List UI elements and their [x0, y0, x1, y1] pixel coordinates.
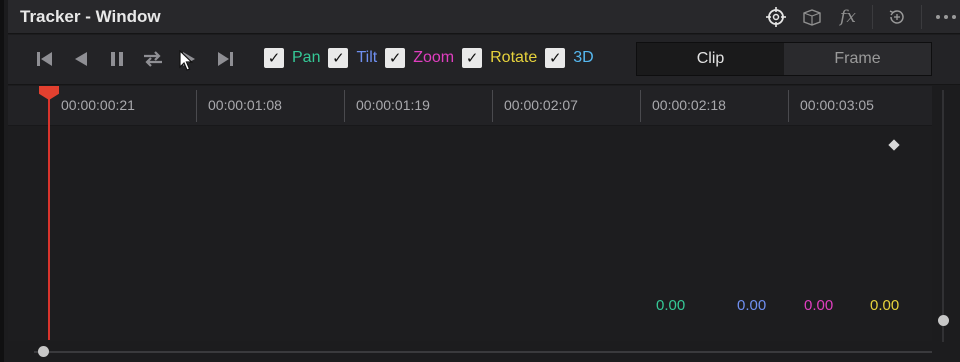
ruler-tick — [788, 90, 789, 122]
playhead-line[interactable] — [48, 96, 50, 340]
tracker-window: Tracker - Window fx ✓ Pan ✓ Tilt ✓ Zoom … — [0, 0, 960, 362]
title-bar-divider — [872, 5, 873, 29]
ruler-tick — [492, 90, 493, 122]
loop-icon[interactable] — [142, 47, 164, 71]
pan-label: Pan — [292, 49, 321, 66]
go-to-end-icon[interactable] — [214, 47, 236, 71]
zoom-label: Zoom — [413, 49, 455, 66]
history-icon[interactable] — [879, 0, 915, 34]
fx-icon[interactable]: fx — [830, 0, 866, 34]
title-bar-divider — [921, 5, 922, 29]
timecode-label: 00:00:02:18 — [652, 97, 726, 113]
mouse-cursor-icon — [179, 49, 193, 76]
zoom-checkbox[interactable]: ✓ Zoom — [385, 48, 454, 68]
timecode-ruler[interactable]: 00:00:00:21 00:00:01:08 00:00:01:19 00:0… — [8, 86, 932, 126]
zoom-value: 0.00 — [804, 297, 834, 314]
rotate-label: Rotate — [490, 49, 538, 66]
zoom-checkmark[interactable]: ✓ — [385, 48, 406, 68]
timecode-label: 00:00:01:19 — [356, 97, 430, 113]
timecode-label: 00:00:02:07 — [504, 97, 578, 113]
pan-value: 0.00 — [656, 297, 686, 314]
frame-mode-button[interactable]: Frame — [784, 43, 931, 75]
timecode-label: 00:00:03:05 — [800, 97, 874, 113]
3d-label: 3D — [573, 49, 594, 66]
tracking-parameter-checkboxes: ✓ Pan ✓ Tilt ✓ Zoom ✓ Rotate ✓ 3D — [264, 48, 602, 68]
more-options-icon[interactable] — [928, 0, 960, 34]
tilt-checkmark[interactable]: ✓ — [328, 48, 349, 68]
vertical-slider-track — [942, 90, 944, 342]
3d-checkbox[interactable]: ✓ 3D — [545, 48, 594, 68]
clip-frame-toggle: Clip Frame — [636, 42, 932, 76]
vertical-slider-handle[interactable] — [938, 315, 949, 326]
3d-box-icon[interactable] — [794, 0, 830, 34]
title-bar: Tracker - Window fx — [8, 0, 960, 34]
tilt-label: Tilt — [356, 49, 378, 66]
clip-mode-button[interactable]: Clip — [637, 43, 784, 75]
crosshair-icon[interactable] — [758, 0, 794, 34]
transport-controls — [34, 47, 236, 71]
rotate-checkmark[interactable]: ✓ — [462, 48, 483, 68]
timecode-label: 00:00:00:21 — [61, 97, 135, 113]
pan-checkmark[interactable]: ✓ — [264, 48, 284, 68]
3d-checkmark[interactable]: ✓ — [545, 48, 566, 68]
tilt-value: 0.00 — [737, 297, 767, 314]
ruler-tick — [344, 90, 345, 122]
timecode-label: 00:00:01:08 — [208, 97, 282, 113]
tracker-toolbar: ✓ Pan ✓ Tilt ✓ Zoom ✓ Rotate ✓ 3D Clip F… — [8, 35, 960, 85]
title-bar-icons: fx — [758, 0, 960, 34]
horizontal-scroll-slider[interactable] — [34, 346, 934, 358]
go-to-start-icon[interactable] — [34, 47, 56, 71]
play-reverse-icon[interactable] — [70, 47, 92, 71]
horizontal-slider-track — [34, 351, 932, 353]
horizontal-slider-handle[interactable] — [38, 346, 49, 357]
window-title: Tracker - Window — [20, 7, 161, 26]
pan-checkbox[interactable]: ✓ Pan — [264, 48, 320, 68]
tracker-graph-area[interactable] — [8, 126, 932, 341]
rotate-value: 0.00 — [870, 297, 900, 314]
ruler-tick — [196, 90, 197, 122]
fx-label: fx — [840, 7, 856, 27]
tilt-checkbox[interactable]: ✓ Tilt — [328, 48, 377, 68]
ruler-tick — [640, 90, 641, 122]
rotate-checkbox[interactable]: ✓ Rotate — [462, 48, 537, 68]
vertical-zoom-slider[interactable] — [938, 90, 949, 342]
pause-icon[interactable] — [106, 47, 128, 71]
